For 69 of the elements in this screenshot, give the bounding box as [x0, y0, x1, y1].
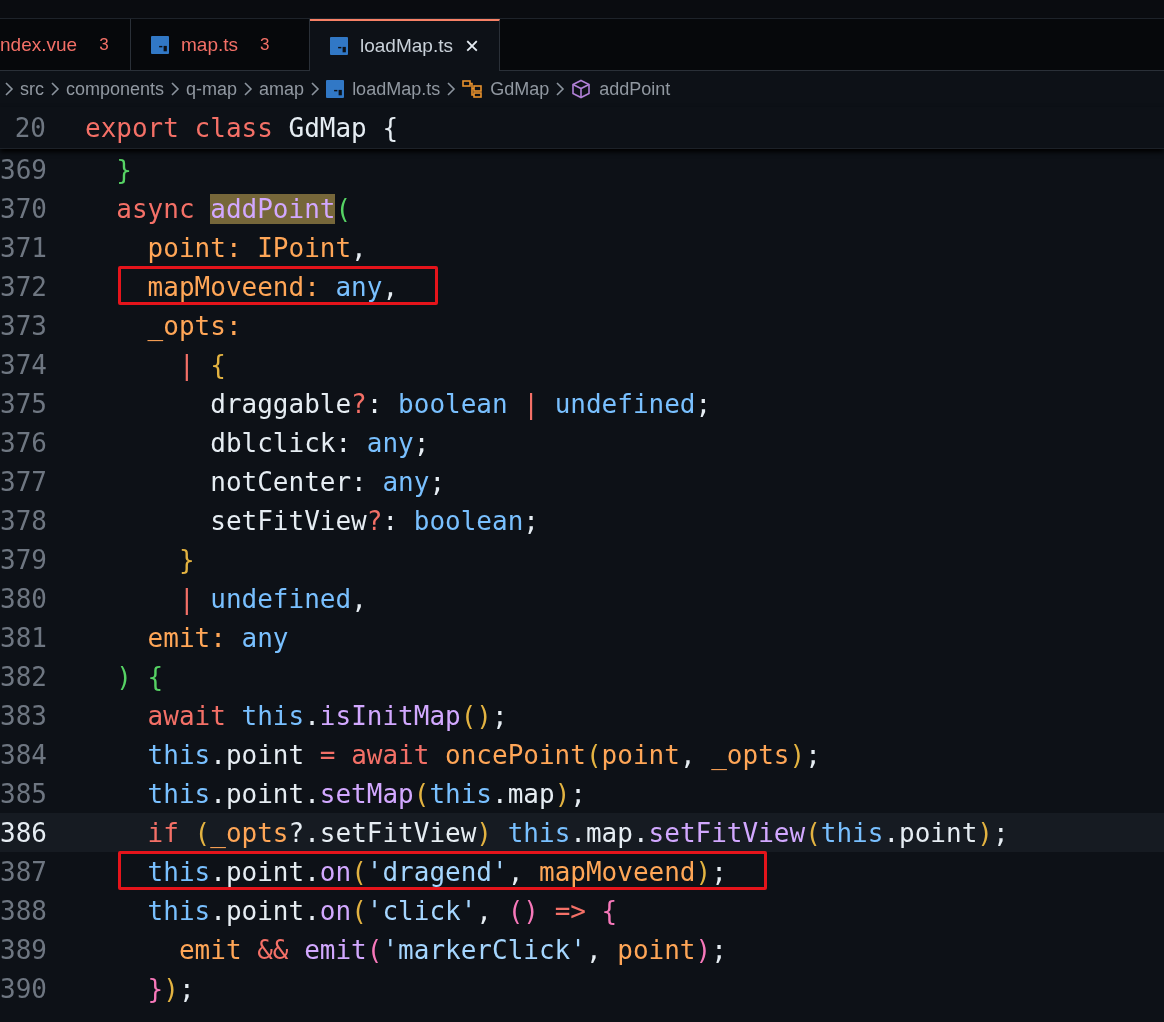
- code-line: | {: [177, 349, 226, 380]
- file-icon: [326, 80, 345, 98]
- line-number: 372: [0, 271, 46, 302]
- chevron-icon: [170, 81, 181, 97]
- code-line: this.point.setMap(this.map);: [146, 778, 586, 809]
- line-number: 388: [0, 895, 46, 926]
- code-line: this.point = await oncePoint(point, _opts);: [146, 739, 821, 770]
- line-number: 20: [13, 112, 46, 143]
- line-number: 371: [0, 232, 46, 263]
- line-number: 386: [0, 817, 46, 848]
- class-icon: [462, 79, 483, 99]
- code-line: point: IPoint,: [146, 232, 367, 263]
- problem-count: 3: [99, 34, 109, 55]
- line-number: 374: [0, 349, 46, 380]
- problem-count: 3: [260, 34, 270, 55]
- breadcrumb-item[interactable]: src: [20, 78, 44, 100]
- code-line: await this.isInitMap();: [146, 700, 508, 731]
- breadcrumb-item[interactable]: addPoint: [571, 78, 671, 100]
- line-number: 376: [0, 427, 46, 458]
- code-line: this.point.on('click', () => {: [146, 895, 618, 926]
- line-number: 378: [0, 505, 46, 536]
- line-number: 385: [0, 778, 46, 809]
- line-number: 381: [0, 622, 46, 653]
- chevron-icon: [310, 81, 321, 97]
- line-number: 380: [0, 583, 46, 614]
- line-number: 390: [0, 973, 46, 1004]
- code-line: });: [146, 973, 195, 1004]
- chevron-icon: [446, 81, 457, 97]
- code-line: emit && emit('markerClick', point);: [177, 934, 727, 965]
- code-line: this.point.on('dragend', mapMoveend);: [146, 856, 727, 887]
- line-number: 377: [0, 466, 46, 497]
- breadcrumb-item[interactable]: GdMap: [462, 78, 550, 100]
- line-number: 389: [0, 934, 46, 965]
- editor-tab[interactable]: loadMap.ts ×: [310, 19, 500, 71]
- code-line: _opts:: [146, 310, 242, 341]
- line-number: 370: [0, 193, 46, 224]
- line-number: 383: [0, 700, 46, 731]
- code-line: | undefined,: [177, 583, 367, 614]
- line-number: 382: [0, 661, 46, 692]
- line-number: 379: [0, 544, 46, 575]
- line-number: 384: [0, 739, 46, 770]
- breadcrumb-item[interactable]: components: [66, 78, 165, 100]
- chevron-icon: [50, 81, 60, 97]
- code-line: notCenter: any;: [209, 466, 446, 497]
- code-line: }: [115, 154, 132, 185]
- file-icon: [330, 37, 348, 55]
- code-line: draggable?: boolean | undefined;: [209, 388, 712, 419]
- chevron-icon: [4, 81, 14, 97]
- code-line: dblclick: any;: [209, 427, 430, 458]
- breadcrumb-item[interactable]: q-map: [186, 78, 238, 100]
- line-number: 387: [0, 856, 46, 887]
- line-number: 375: [0, 388, 46, 419]
- code-line: ) {: [115, 661, 164, 692]
- breadcrumb-item[interactable]: amap: [259, 78, 305, 100]
- file-icon: [151, 35, 169, 54]
- cube-icon: [571, 79, 592, 99]
- code-line: setFitView?: boolean;: [209, 505, 539, 536]
- code-line: if (_opts?.setFitView) this.map.setFitView(this.point);: [146, 817, 1009, 848]
- chevron-icon: [243, 81, 254, 97]
- editor-tab[interactable]: ndex.vue 3: [0, 19, 131, 70]
- code-line: export class GdMap {: [85, 112, 399, 143]
- breadcrumb-item[interactable]: loadMap.ts: [326, 78, 441, 100]
- line-number: 369: [0, 154, 46, 185]
- close-button[interactable]: ×: [464, 32, 479, 60]
- code-line: }: [177, 544, 195, 575]
- code-line: emit: any: [146, 622, 289, 653]
- line-number: 373: [0, 310, 46, 341]
- chevron-icon: [555, 81, 566, 97]
- code-line: mapMoveend: any,: [146, 271, 399, 302]
